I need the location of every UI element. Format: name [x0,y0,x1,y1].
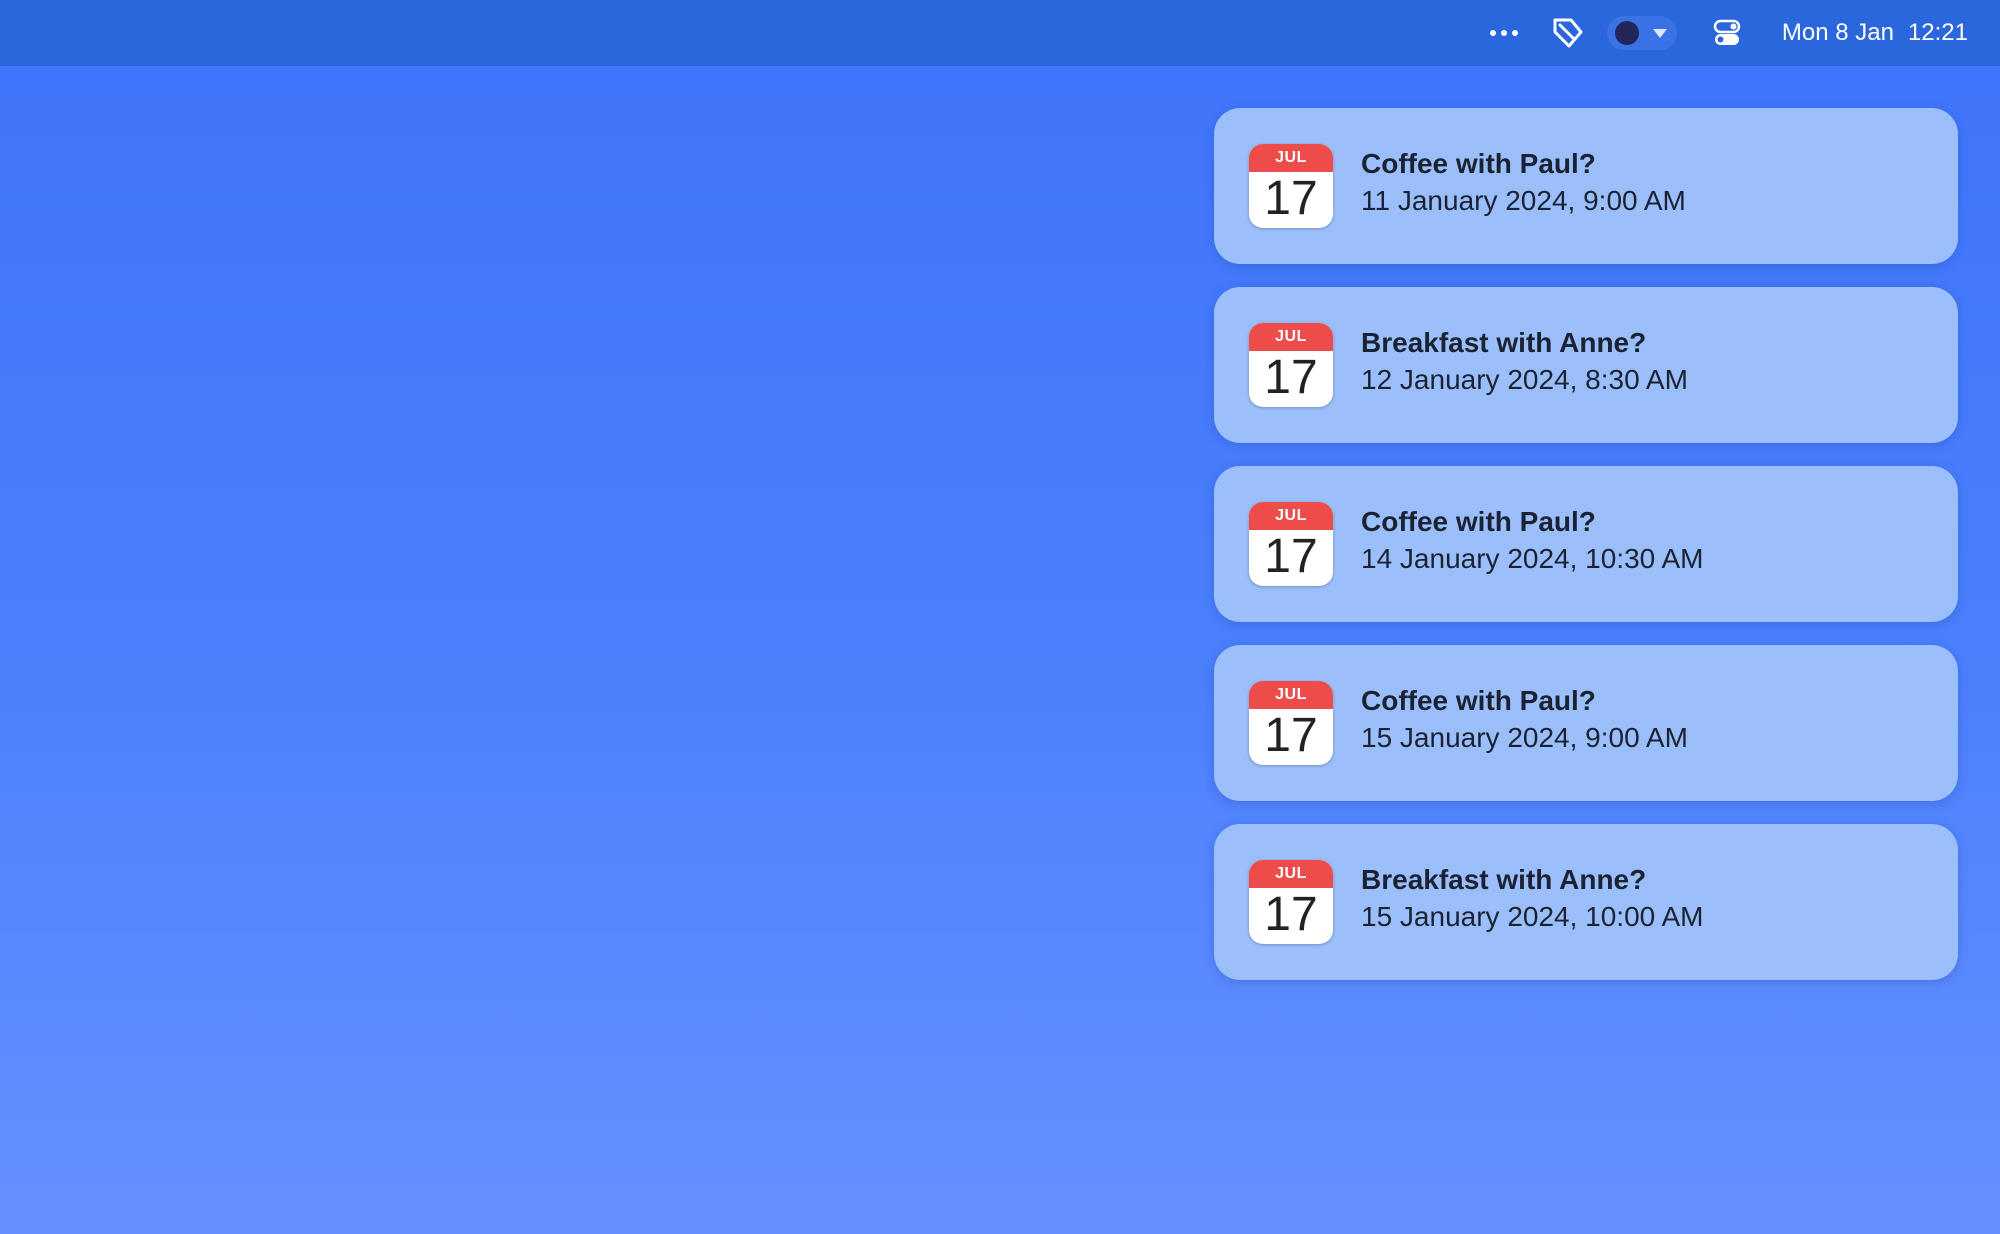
clock-date: Mon 8 Jan [1781,19,1894,46]
calendar-icon: JUL 17 [1249,681,1333,765]
moon-icon [1615,21,1639,45]
menu-bar: Mon 8 Jan 12:21 [0,0,2000,66]
calendar-icon-day: 17 [1264,172,1318,225]
clock-time: 12:21 [1907,19,1968,46]
calendar-icon-day: 17 [1264,530,1318,583]
calendar-icon-day: 17 [1264,888,1318,941]
notification-subtitle: 11 January 2024, 9:00 AM [1361,185,1686,216]
notification-subtitle: 15 January 2024, 9:00 AM [1361,722,1688,753]
notification-card[interactable]: JUL 17 Coffee with Paul? 15 January 2024… [1214,645,1958,801]
notification-card[interactable]: JUL 17 Coffee with Paul? 14 January 2024… [1214,466,1958,622]
menubar-clock[interactable]: Mon 8 Jan 12:21 [1782,0,1968,66]
notification-subtitle: 15 January 2024, 10:00 AM [1361,901,1704,932]
tag-icon[interactable] [1548,0,1588,66]
notification-subtitle: 12 January 2024, 8:30 AM [1361,364,1688,395]
calendar-icon: JUL 17 [1249,502,1333,586]
notification-card[interactable]: JUL 17 Breakfast with Anne? 15 January 2… [1214,824,1958,980]
notification-title: Coffee with Paul? [1361,506,1596,537]
focus-toggle[interactable] [1606,0,1678,66]
notification-card[interactable]: JUL 17 Coffee with Paul? 11 January 2024… [1214,108,1958,264]
notification-stack: JUL 17 Coffee with Paul? 11 January 2024… [1214,108,1958,1003]
calendar-icon-day: 17 [1264,709,1318,762]
notification-subtitle: 14 January 2024, 10:30 AM [1361,543,1704,574]
notification-title: Coffee with Paul? [1361,685,1596,716]
calendar-icon-month: JUL [1249,860,1333,888]
calendar-icon: JUL 17 [1249,144,1333,228]
notification-title: Breakfast with Anne? [1361,327,1647,358]
calendar-icon-month: JUL [1249,144,1333,172]
calendar-icon-day: 17 [1264,351,1318,404]
chevron-down-icon [1653,29,1667,38]
calendar-icon-month: JUL [1249,323,1333,351]
control-center-icon[interactable] [1710,0,1744,66]
notification-title: Coffee with Paul? [1361,148,1596,179]
notification-card[interactable]: JUL 17 Breakfast with Anne? 12 January 2… [1214,287,1958,443]
ellipsis-icon[interactable] [1482,0,1526,66]
notification-title: Breakfast with Anne? [1361,864,1647,895]
calendar-icon: JUL 17 [1249,323,1333,407]
calendar-icon: JUL 17 [1249,860,1333,944]
calendar-icon-month: JUL [1249,502,1333,530]
calendar-icon-month: JUL [1249,681,1333,709]
